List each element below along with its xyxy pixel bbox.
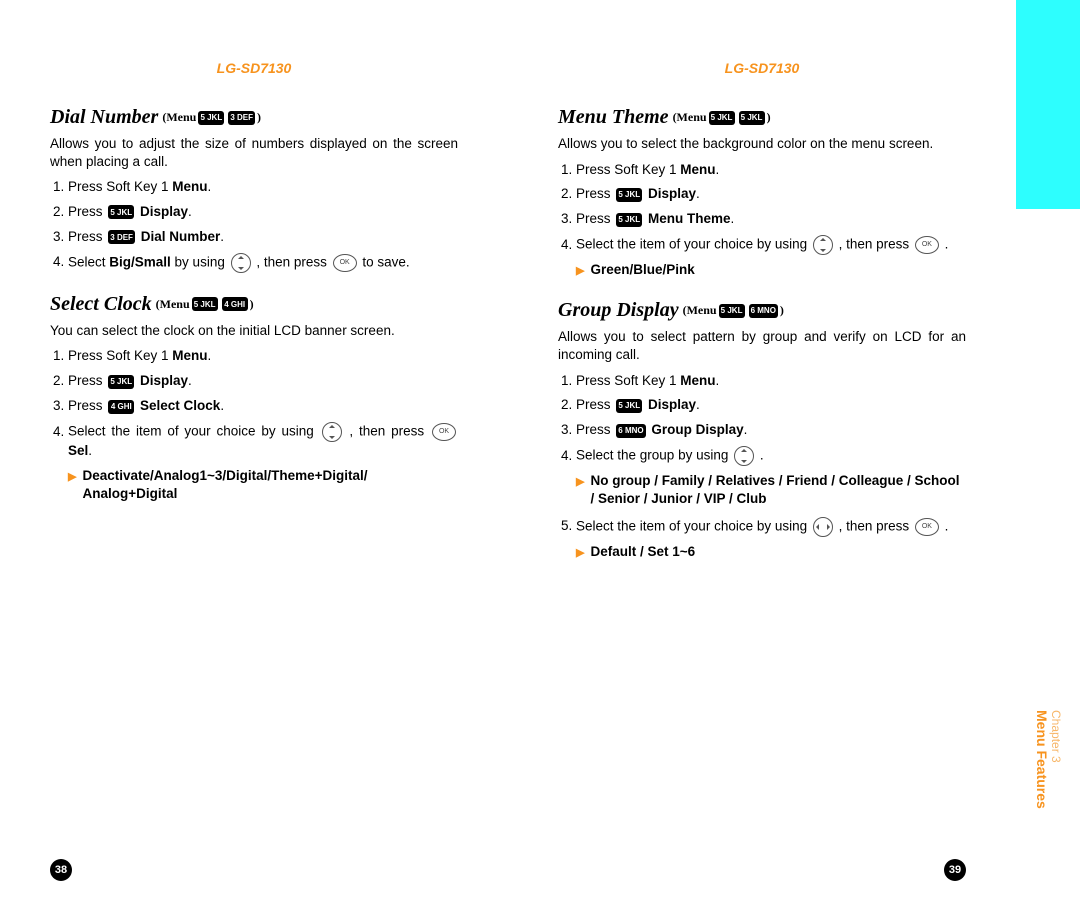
section-desc: Allows you to select the background colo…: [558, 135, 966, 153]
ok-key-icon: OK: [432, 423, 456, 441]
section-title: Dial Number (Menu 5 JKL3 DEF ): [50, 106, 458, 129]
section-title: Group Display (Menu 5 JKL6 MNO ): [558, 299, 966, 322]
step-item: Press 5 JKL Display.: [68, 372, 458, 391]
keypad-k5-icon: 5 JKL: [616, 399, 642, 413]
options-list: ▶ Green/Blue/Pink: [576, 261, 966, 279]
options-text: Deactivate/Analog1~3/Digital/Theme+Digit…: [82, 467, 458, 503]
step-item: Select the item of your choice by using …: [68, 422, 458, 461]
keypad-k5-icon: 5 JKL: [719, 304, 745, 318]
side-chapter: Chapter 3: [1049, 710, 1063, 763]
keypad-k6-icon: 6 MNO: [616, 424, 645, 438]
bullet-icon: ▶: [68, 470, 76, 485]
step-item: Select the group by using .: [576, 446, 966, 466]
options-text: Green/Blue/Pink: [590, 261, 694, 279]
page-number-right: 39: [944, 859, 966, 881]
section-group-display: Group Display (Menu 5 JKL6 MNO )Allows y…: [558, 299, 966, 560]
section-dial-number: Dial Number (Menu 5 JKL3 DEF )Allows you…: [50, 106, 458, 273]
header-model-left: LG-SD7130: [50, 60, 458, 76]
nav-up-down-icon: [231, 253, 251, 273]
keypad-k5-icon: 5 JKL: [192, 297, 218, 311]
header-model-right: LG-SD7130: [558, 60, 966, 76]
keypad-k5-icon: 5 JKL: [108, 375, 134, 389]
options-list: ▶ No group / Family / Relatives / Friend …: [576, 472, 966, 508]
options-text: No group / Family / Relatives / Friend /…: [590, 472, 966, 508]
step-item: Press Soft Key 1 Menu.: [576, 161, 966, 180]
step-item: Press Soft Key 1 Menu.: [68, 347, 458, 366]
keypad-k5-icon: 5 JKL: [739, 111, 765, 125]
menu-path: (Menu 5 JKL4 GHI ): [156, 297, 254, 312]
menu-path: (Menu 5 JKL6 MNO ): [683, 303, 784, 318]
side-label: Chapter 3 Menu Features: [1033, 710, 1062, 809]
side-feature: Menu Features: [1034, 710, 1050, 809]
ok-key-icon: OK: [333, 254, 357, 272]
nav-left-right-icon: [813, 517, 833, 537]
menu-path: (Menu 5 JKL5 JKL ): [673, 110, 771, 125]
keypad-k3-icon: 3 DEF: [228, 111, 255, 125]
keypad-k4-icon: 4 GHI: [222, 297, 248, 311]
keypad-k4-icon: 4 GHI: [108, 400, 134, 414]
step-item: Press 5 JKL Menu Theme.: [576, 210, 966, 229]
keypad-k5-icon: 5 JKL: [108, 205, 134, 219]
steps-list: Press Soft Key 1 Menu. Press 5 JKL Displa…: [558, 161, 966, 256]
nav-up-down-icon: [734, 446, 754, 466]
step-item: Select Big/Small by using , then press O…: [68, 253, 458, 273]
steps-list: Press Soft Key 1 Menu. Press 5 JKL Displa…: [50, 347, 458, 461]
step-item: Press 5 JKL Display.: [576, 396, 966, 415]
steps-list: Press Soft Key 1 Menu. Press 5 JKL Displa…: [558, 372, 966, 467]
section-desc: Allows you to adjust the size of numbers…: [50, 135, 458, 170]
bullet-icon: ▶: [576, 475, 584, 490]
keypad-k5-icon: 5 JKL: [616, 213, 642, 227]
options-text: Default / Set 1~6: [590, 543, 695, 561]
ok-key-icon: OK: [915, 518, 939, 536]
page-right: LG-SD7130 Menu Theme (Menu 5 JKL5 JKL )A…: [508, 0, 1016, 909]
keypad-k6-icon: 6 MNO: [749, 304, 778, 318]
steps-list: Press Soft Key 1 Menu. Press 5 JKL Displa…: [50, 178, 458, 273]
keypad-k5-icon: 5 JKL: [198, 111, 224, 125]
menu-path: (Menu 5 JKL3 DEF ): [162, 110, 261, 125]
nav-up-down-icon: [322, 422, 342, 442]
page-left: LG-SD7130 Dial Number (Menu 5 JKL3 DEF )…: [0, 0, 508, 909]
keypad-k5-icon: 5 JKL: [616, 188, 642, 202]
page-number-left: 38: [50, 859, 72, 881]
bullet-icon: ▶: [576, 264, 584, 279]
keypad-k5-icon: 5 JKL: [709, 111, 735, 125]
step-item: Press 6 MNO Group Display.: [576, 421, 966, 440]
section-title: Menu Theme (Menu 5 JKL5 JKL ): [558, 106, 966, 129]
keypad-k3-icon: 3 DEF: [108, 230, 135, 244]
steps-list-cont: Select the item of your choice by using …: [558, 517, 966, 537]
nav-up-down-icon: [813, 235, 833, 255]
section-menu-theme: Menu Theme (Menu 5 JKL5 JKL )Allows you …: [558, 106, 966, 279]
step-item: Press 4 GHI Select Clock.: [68, 397, 458, 416]
section-desc: Allows you to select pattern by group an…: [558, 328, 966, 363]
step-item: Press Soft Key 1 Menu.: [68, 178, 458, 197]
step-item: Select the item of your choice by using …: [576, 235, 966, 255]
step-item: Press 3 DEF Dial Number.: [68, 228, 458, 247]
section-desc: You can select the clock on the initial …: [50, 322, 458, 340]
step-item: Select the item of your choice by using …: [576, 517, 966, 537]
step-item: Press 5 JKL Display.: [68, 203, 458, 222]
section-select-clock: Select Clock (Menu 5 JKL4 GHI )You can s…: [50, 293, 458, 504]
step-item: Press 5 JKL Display.: [576, 185, 966, 204]
options-list: ▶ Deactivate/Analog1~3/Digital/Theme+Digi…: [68, 467, 458, 503]
section-title: Select Clock (Menu 5 JKL4 GHI ): [50, 293, 458, 316]
ok-key-icon: OK: [915, 236, 939, 254]
step-item: Press Soft Key 1 Menu.: [576, 372, 966, 391]
options-list: ▶ Default / Set 1~6: [576, 543, 966, 561]
bullet-icon: ▶: [576, 546, 584, 561]
